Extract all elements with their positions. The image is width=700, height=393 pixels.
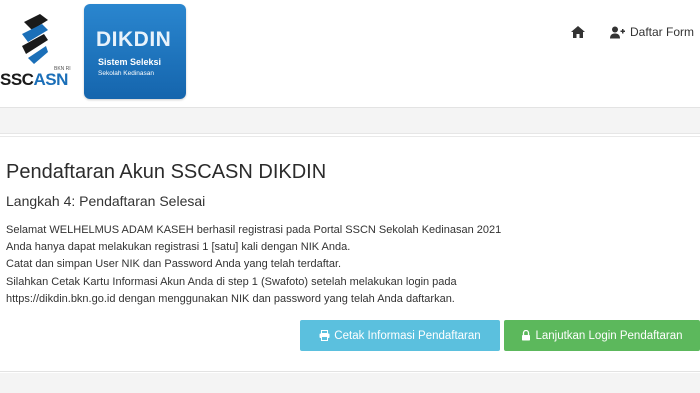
sscasn-emblem-icon [22, 14, 48, 64]
print-icon [319, 330, 330, 341]
dikdin-subtitle: Sistem Seleksi [98, 57, 162, 67]
sscasn-logo[interactable]: SSCASN BKN RI [0, 12, 72, 89]
dikdin-subsubtitle: Sekolah Kedinasan [98, 70, 155, 77]
message-line: Selamat WELHELMUS ADAM KASEH berhasil re… [6, 224, 502, 236]
message-body: Selamat WELHELMUS ADAM KASEH berhasil re… [6, 222, 501, 308]
home-icon[interactable] [570, 24, 586, 40]
nav-daftar-form[interactable]: Daftar Form [610, 24, 694, 40]
lock-icon [522, 330, 531, 341]
header-separator-band [0, 108, 700, 134]
sscasn-wordmark: SSCASN [0, 70, 68, 89]
message-line: Anda hanya dapat melakukan registrasi 1 … [6, 241, 351, 254]
message-line: https://dikdin.bkn.go.id dengan mengguna… [6, 292, 455, 305]
dikdin-title: DIKDIN [96, 28, 172, 51]
cetak-informasi-button[interactable]: Cetak Informasi Pendaftaran [300, 320, 500, 351]
lanjut-button-label: Lanjutkan Login Pendaftaran [535, 329, 683, 342]
dikdin-logo[interactable]: DIKDIN Sistem Seleksi Sekolah Kedinasan [84, 4, 186, 99]
lanjutkan-login-button[interactable]: Lanjutkan Login Pendaftaran [504, 320, 700, 351]
cetak-button-label: Cetak Informasi Pendaftaran [334, 329, 481, 342]
sscasn-tagline: BKN RI [54, 66, 71, 72]
message-line: Silahkan Cetak Kartu Informasi Akun Anda… [6, 275, 457, 288]
page-title: Pendaftaran Akun SSCASN DIKDIN [6, 161, 327, 183]
step-subtitle: Langkah 4: Pendaftaran Selesai [6, 193, 206, 209]
registration-card: Pendaftaran Akun SSCASN DIKDIN Langkah 4… [0, 136, 700, 372]
nav-daftar-label: Daftar Form [630, 25, 695, 39]
footer-band [0, 373, 700, 393]
header: SSCASN BKN RI DIKDIN Sistem Seleksi Seko… [0, 0, 700, 108]
user-plus-icon [610, 26, 625, 38]
message-line: Catat dan simpan User NIK dan Password A… [6, 258, 342, 271]
